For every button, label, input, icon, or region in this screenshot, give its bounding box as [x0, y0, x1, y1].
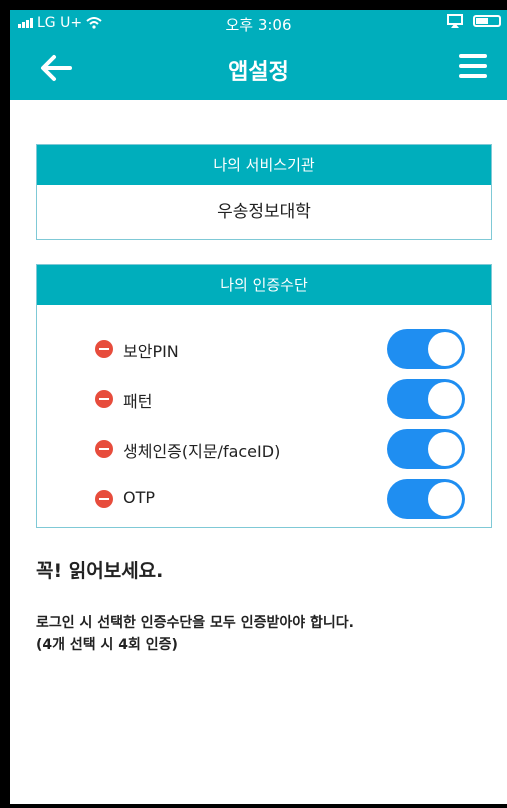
auth-item-pin: 보안PIN — [95, 329, 465, 369]
auth-item-otp: OTP — [95, 479, 465, 519]
auth-item-biometric: 생체인증(지문/faceID) — [95, 429, 465, 469]
service-institution-value: 우송정보대학 — [217, 202, 311, 222]
app-screen: LG U+ 오후 3:06 앱설정 나의 서비스기관 우송정보대학 나의 인증수… — [10, 10, 507, 804]
notice-line-2: (4개 선택 시 4회 인증) — [36, 637, 178, 653]
auth-item-label: 생체인증(지문/faceID) — [123, 442, 281, 461]
biometric-toggle[interactable] — [387, 429, 465, 469]
battery-icon — [473, 15, 501, 27]
notice-text: 로그인 시 선택한 인증수단을 모두 인증받아야 합니다. (4개 선택 시 4… — [36, 612, 354, 656]
notice-line-1: 로그인 시 선택한 인증수단을 모두 인증받아야 합니다. — [36, 615, 354, 631]
otp-toggle[interactable] — [387, 479, 465, 519]
pattern-toggle[interactable] — [387, 379, 465, 419]
page-title: 앱설정 — [228, 60, 289, 85]
status-bar: LG U+ 오후 3:06 — [10, 10, 507, 36]
remove-icon[interactable] — [95, 440, 113, 458]
remove-icon[interactable] — [95, 390, 113, 408]
remove-icon[interactable] — [95, 490, 113, 508]
auth-panel-title: 나의 인증수단 — [37, 265, 491, 305]
auth-item-label: 패턴 — [123, 392, 153, 411]
airplay-icon — [447, 14, 463, 28]
auth-item-pattern: 패턴 — [95, 379, 465, 419]
auth-item-label: OTP — [123, 488, 156, 507]
pin-toggle[interactable] — [387, 329, 465, 369]
hamburger-menu-icon[interactable] — [459, 54, 487, 78]
service-panel-title: 나의 서비스기관 — [37, 145, 491, 185]
auth-methods-panel: 나의 인증수단 보안PIN 패턴 생체인증(지문/faceID) OTP — [36, 264, 492, 528]
status-time: 오후 3:06 — [225, 16, 292, 34]
app-header: 앱설정 — [10, 36, 507, 100]
remove-icon[interactable] — [95, 340, 113, 358]
service-institution-panel: 나의 서비스기관 우송정보대학 — [36, 144, 492, 240]
auth-item-label: 보안PIN — [123, 342, 179, 361]
notice-title: 꼭! 읽어보세요. — [36, 560, 164, 582]
